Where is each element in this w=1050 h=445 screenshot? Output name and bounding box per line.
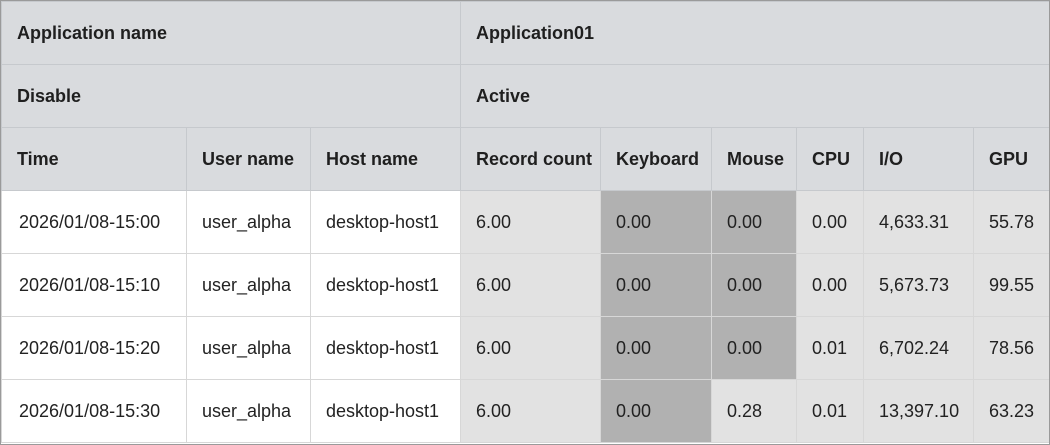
column-header-io[interactable]: I/O: [863, 127, 974, 191]
user-name-cell: user_alpha: [186, 253, 311, 317]
mouse-cell: 0.00: [711, 253, 797, 317]
column-header-mouse[interactable]: Mouse: [711, 127, 797, 191]
gpu-cell: 78.56: [972, 316, 1049, 380]
summary-row-disable: Disable Active: [1, 64, 1049, 128]
io-cell: 4,633.31: [863, 190, 974, 254]
table-row: 2026/01/08-15:30 user_alpha desktop-host…: [1, 379, 1049, 443]
application-name-value: Application01: [459, 1, 1049, 65]
gpu-cell: 99.55: [972, 253, 1049, 317]
record-count-cell: 6.00: [460, 379, 601, 443]
column-header-keyboard[interactable]: Keyboard: [600, 127, 712, 191]
column-header-host-name[interactable]: Host name: [310, 127, 461, 191]
disable-label: Disable: [1, 64, 461, 128]
io-cell: 5,673.73: [863, 253, 974, 317]
column-header-row: Time User name Host name Record count Ke…: [1, 127, 1049, 191]
io-cell: 13,397.10: [863, 379, 974, 443]
mouse-cell: 0.28: [711, 379, 797, 443]
time-cell: 2026/01/08-15:10: [1, 253, 187, 317]
mouse-cell: 0.00: [711, 190, 797, 254]
data-table-panel: Application name Application01 Disable A…: [0, 0, 1050, 445]
host-name-cell: desktop-host1: [310, 190, 461, 254]
user-name-cell: user_alpha: [186, 316, 311, 380]
time-cell: 2026/01/08-15:00: [1, 190, 187, 254]
column-header-cpu[interactable]: CPU: [796, 127, 864, 191]
column-header-user-name[interactable]: User name: [186, 127, 311, 191]
keyboard-cell: 0.00: [600, 379, 712, 443]
summary-row-application: Application name Application01: [1, 1, 1049, 65]
user-name-cell: user_alpha: [186, 190, 311, 254]
record-count-cell: 6.00: [460, 316, 601, 380]
keyboard-cell: 0.00: [600, 190, 712, 254]
record-count-cell: 6.00: [460, 253, 601, 317]
host-name-cell: desktop-host1: [310, 379, 461, 443]
cpu-cell: 0.01: [796, 379, 864, 443]
time-cell: 2026/01/08-15:30: [1, 379, 187, 443]
column-header-gpu[interactable]: GPU: [972, 127, 1049, 191]
cpu-cell: 0.00: [796, 253, 864, 317]
column-header-time[interactable]: Time: [1, 127, 187, 191]
table-row: 2026/01/08-15:10 user_alpha desktop-host…: [1, 253, 1049, 317]
column-header-record-count[interactable]: Record count: [460, 127, 601, 191]
application-name-label: Application name: [1, 1, 461, 65]
table-row: 2026/01/08-15:00 user_alpha desktop-host…: [1, 190, 1049, 254]
cpu-cell: 0.00: [796, 190, 864, 254]
io-cell: 6,702.24: [863, 316, 974, 380]
keyboard-cell: 0.00: [600, 253, 712, 317]
disable-value: Active: [459, 64, 1049, 128]
keyboard-cell: 0.00: [600, 316, 712, 380]
user-name-cell: user_alpha: [186, 379, 311, 443]
table-row: 2026/01/08-15:20 user_alpha desktop-host…: [1, 316, 1049, 380]
time-cell: 2026/01/08-15:20: [1, 316, 187, 380]
host-name-cell: desktop-host1: [310, 253, 461, 317]
cpu-cell: 0.01: [796, 316, 864, 380]
record-count-cell: 6.00: [460, 190, 601, 254]
usage-table: Application name Application01 Disable A…: [1, 1, 1049, 443]
gpu-cell: 55.78: [972, 190, 1049, 254]
mouse-cell: 0.00: [711, 316, 797, 380]
host-name-cell: desktop-host1: [310, 316, 461, 380]
gpu-cell: 63.23: [972, 379, 1049, 443]
